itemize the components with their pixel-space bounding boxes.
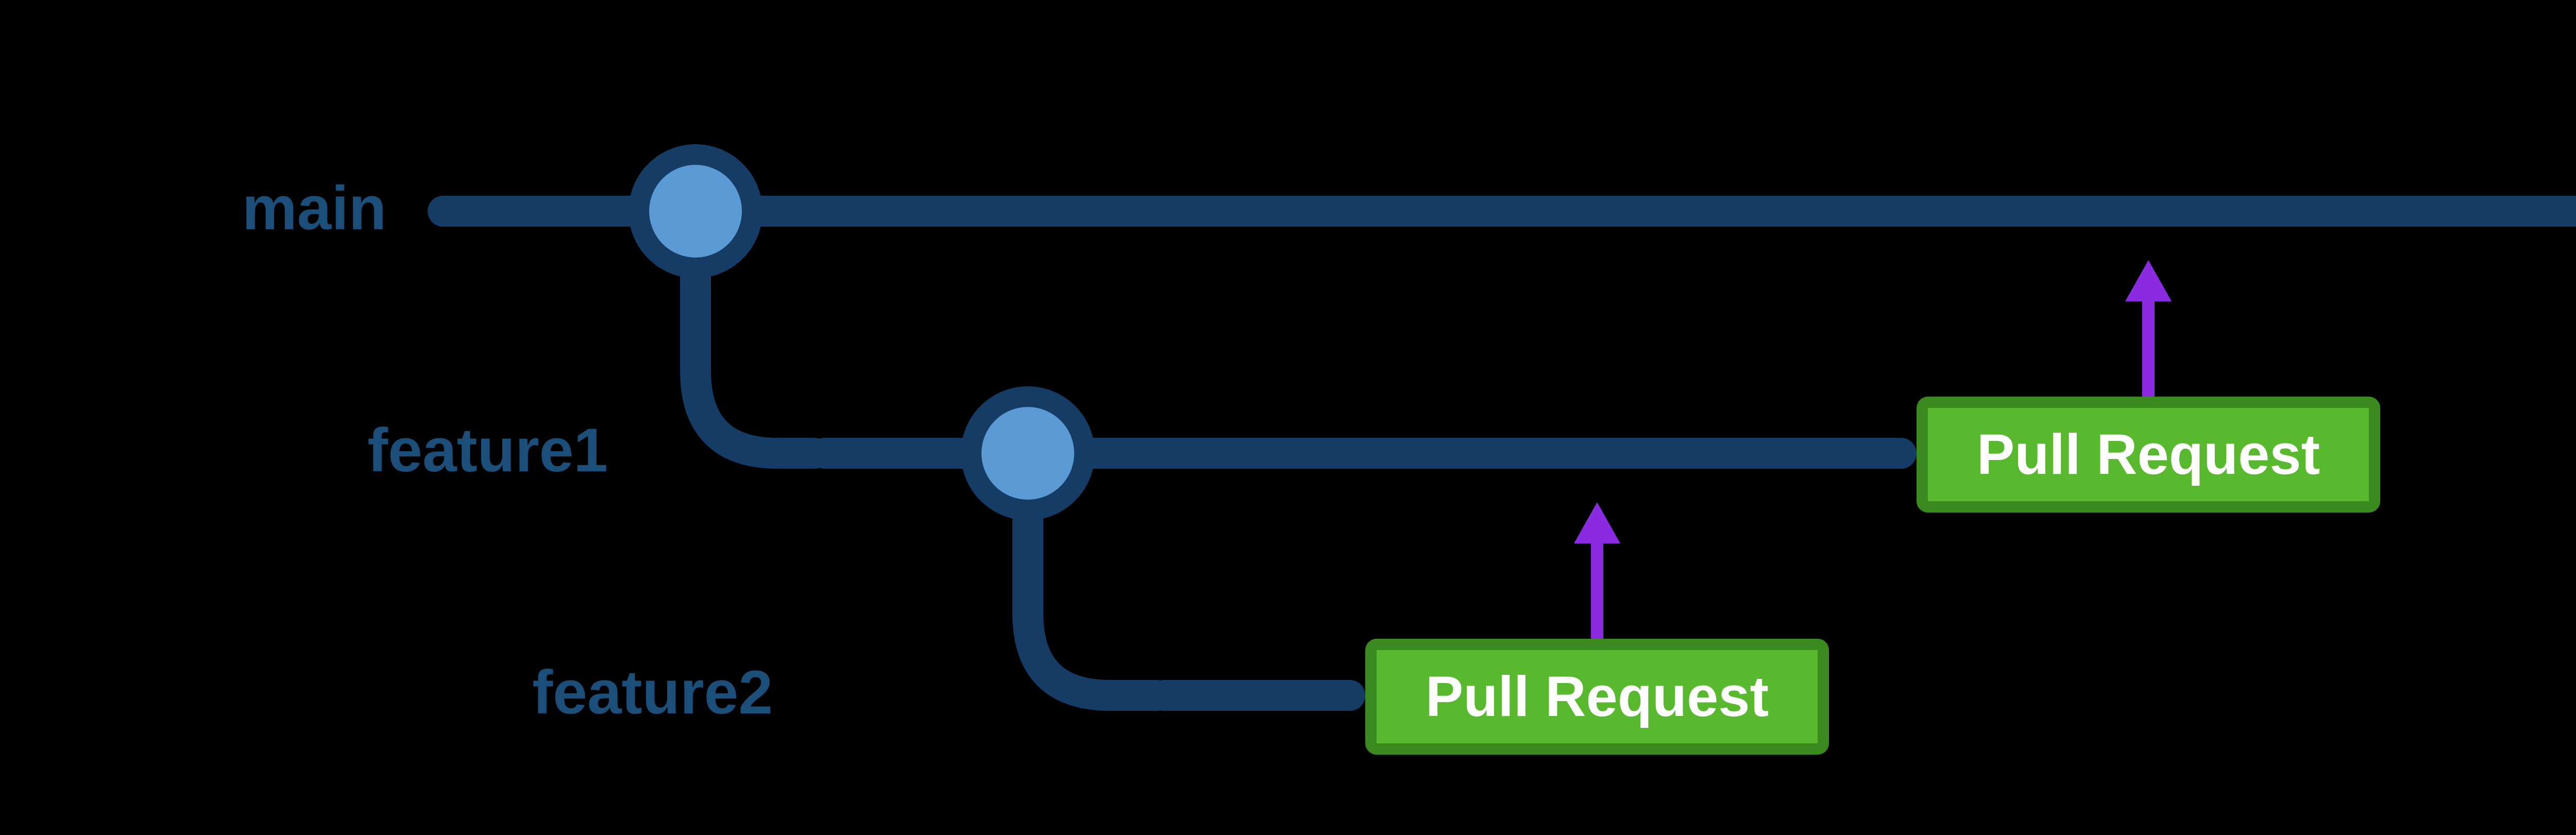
git-branch-diagram: main feature1 feature2 Pull Request Pull… xyxy=(0,0,2576,835)
pull-request-box-feature1-to-main: Pull Request xyxy=(1917,397,2380,513)
branch-label-text: feature2 xyxy=(532,658,773,727)
branch-label-main: main xyxy=(118,173,386,244)
pull-request-arrow-head xyxy=(1574,502,1620,543)
pull-request-arrow-head xyxy=(2125,260,2172,301)
pull-request-arrow-stem xyxy=(1591,541,1603,639)
branch-label-feature1: feature1 xyxy=(314,415,608,486)
commit-node-main xyxy=(629,144,762,278)
branch-label-text: feature1 xyxy=(367,416,608,485)
pull-request-label: Pull Request xyxy=(1977,422,2320,487)
commit-node-feature1 xyxy=(961,386,1095,520)
pull-request-box-feature2-to-feature1: Pull Request xyxy=(1365,639,1829,755)
pull-request-arrow-stem xyxy=(2142,299,2155,397)
pull-request-label: Pull Request xyxy=(1426,664,1769,729)
branch-label-feature2: feature2 xyxy=(443,657,773,728)
branch-label-text: main xyxy=(242,174,386,243)
